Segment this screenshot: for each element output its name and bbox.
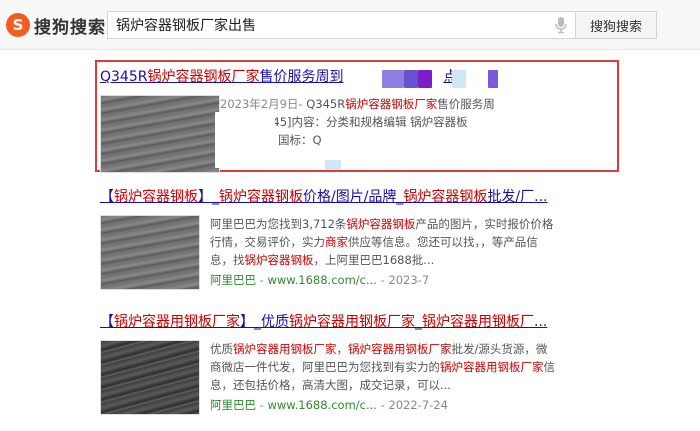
title-keyword: 锅炉容器钢板 [114, 189, 198, 205]
result-abstract: 优质锅炉容器用钢板厂家，锅炉容器用钢板厂家批发/源头货源，微商微店一件代发，阿里… [210, 340, 555, 415]
microphone-icon[interactable] [554, 16, 568, 34]
abstract-text: 阿里巴巴为您找到3,712条 [210, 217, 347, 231]
result-date: 2022-7-24 [388, 398, 448, 412]
redaction-block [418, 70, 432, 88]
result-abstract: 阿里巴巴为您找到3,712条锅炉容器钢板产品的图片，实时报价价格行情，交易评价，… [210, 215, 555, 290]
source-url: www.1688.com/c... [267, 273, 377, 287]
search-result: 【锅炉容器钢板】_锅炉容器钢板价格/图片/品牌_锅炉容器钢板批发/厂... 阿里… [100, 187, 580, 290]
title-keyword: 锅炉容器钢板 [403, 189, 488, 205]
title-text: 】_优质 [240, 314, 289, 330]
title-keyword: 锅炉容器用钢板厂家 [114, 314, 240, 330]
abstract-text: 阿里巴巴为您找到3,712条锅炉容器钢板产品的图片，实时报价价格行情，交易评价，… [210, 215, 555, 269]
abstract-keyword: 锅炉容器用钢板厂家 [233, 342, 337, 356]
title-text: Q345R [100, 69, 148, 85]
source-url: www.1688.com/c... [267, 398, 377, 412]
header-bar: S 搜狗搜索 搜狗搜索 [0, 0, 700, 50]
source-name: 阿里巴巴 [210, 273, 256, 287]
sogou-logo-icon: S [6, 13, 30, 37]
result-title-link[interactable]: 【锅炉容器用钢板厂家】_优质锅炉容器用钢板厂家_锅炉容器用钢板厂... [100, 312, 580, 332]
title-keyword: 锅炉容器用钢板厂 [422, 314, 534, 330]
search-button[interactable]: 搜狗搜索 [575, 11, 657, 39]
abstract-text: ， [336, 342, 349, 356]
abstract-keyword: 锅炉容器钢板 [244, 253, 314, 267]
title-keyword: 锅炉容器钢板 [219, 189, 303, 205]
abstract-text: 优质 [210, 342, 233, 356]
result-title-link[interactable]: Q345R锅炉容器钢板厂家售价服务周到点 [100, 67, 580, 87]
redaction-block [404, 70, 418, 88]
title-text: ... [534, 314, 548, 330]
abstract-text: 优质锅炉容器用钢板厂家，锅炉容器用钢板厂家批发/源头货源，微商微店一件代发，阿里… [210, 340, 555, 394]
result-date: 2023-7 [388, 273, 430, 287]
redaction-block [452, 70, 466, 88]
search-result: 【锅炉容器用钢板厂家】_优质锅炉容器用钢板厂家_锅炉容器用钢板厂... 优质锅炉… [100, 312, 580, 415]
search-result: Q345R锅炉容器钢板厂家售价服务周到点 2023年2月9日- Q345R锅炉容… [100, 67, 580, 173]
abstract-keyword: 锅炉容器钢板厂家 [345, 97, 438, 111]
redaction-block [215, 112, 275, 168]
abstract-keyword: 商家 [325, 235, 348, 249]
abstract-keyword: 锅炉容器钢板 [346, 217, 416, 231]
abstract-text: ，上阿里巴巴1688批... [313, 253, 435, 267]
redaction-block [488, 70, 498, 88]
redaction-block [382, 70, 404, 88]
title-text: _ [415, 314, 422, 330]
result-source[interactable]: 阿里巴巴 - www.1688.com/c... - 2022-7-24 [210, 396, 555, 414]
redaction-block [325, 160, 341, 170]
result-thumbnail[interactable] [100, 340, 200, 415]
result-date: 2023年2月9日- [220, 97, 303, 111]
title-text: 【 [100, 314, 114, 330]
sogou-logo[interactable]: S 搜狗搜索 [6, 12, 106, 38]
result-title-link[interactable]: 【锅炉容器钢板】_锅炉容器钢板价格/图片/品牌_锅炉容器钢板批发/厂... [100, 187, 580, 207]
search-input[interactable] [108, 12, 538, 38]
title-text: 批发/厂... [487, 189, 548, 205]
abstract-text: Q345R [302, 97, 346, 111]
abstract-keyword: 锅炉容器用钢板厂家 [440, 360, 544, 374]
abstract-keyword: 锅炉容器用钢板厂家 [348, 342, 452, 356]
result-thumbnail[interactable] [100, 95, 220, 173]
search-box [107, 11, 577, 39]
title-text: 价格/图片/品牌_ [303, 189, 404, 205]
title-text: 】_ [198, 189, 219, 205]
title-keyword: 锅炉容器用钢板厂家 [289, 314, 415, 330]
title-text: 【 [100, 189, 114, 205]
logo-text: 搜狗搜索 [34, 17, 106, 38]
result-thumbnail[interactable] [100, 215, 200, 290]
title-text: 售价服务周到 [259, 69, 344, 85]
abstract-text: 售价服务周 [437, 97, 495, 111]
source-name: 阿里巴巴 [210, 398, 256, 412]
title-keyword: 锅炉容器钢板厂家 [147, 69, 260, 85]
result-source[interactable]: 阿里巴巴 - www.1688.com/c... - 2023-7 [210, 271, 555, 289]
